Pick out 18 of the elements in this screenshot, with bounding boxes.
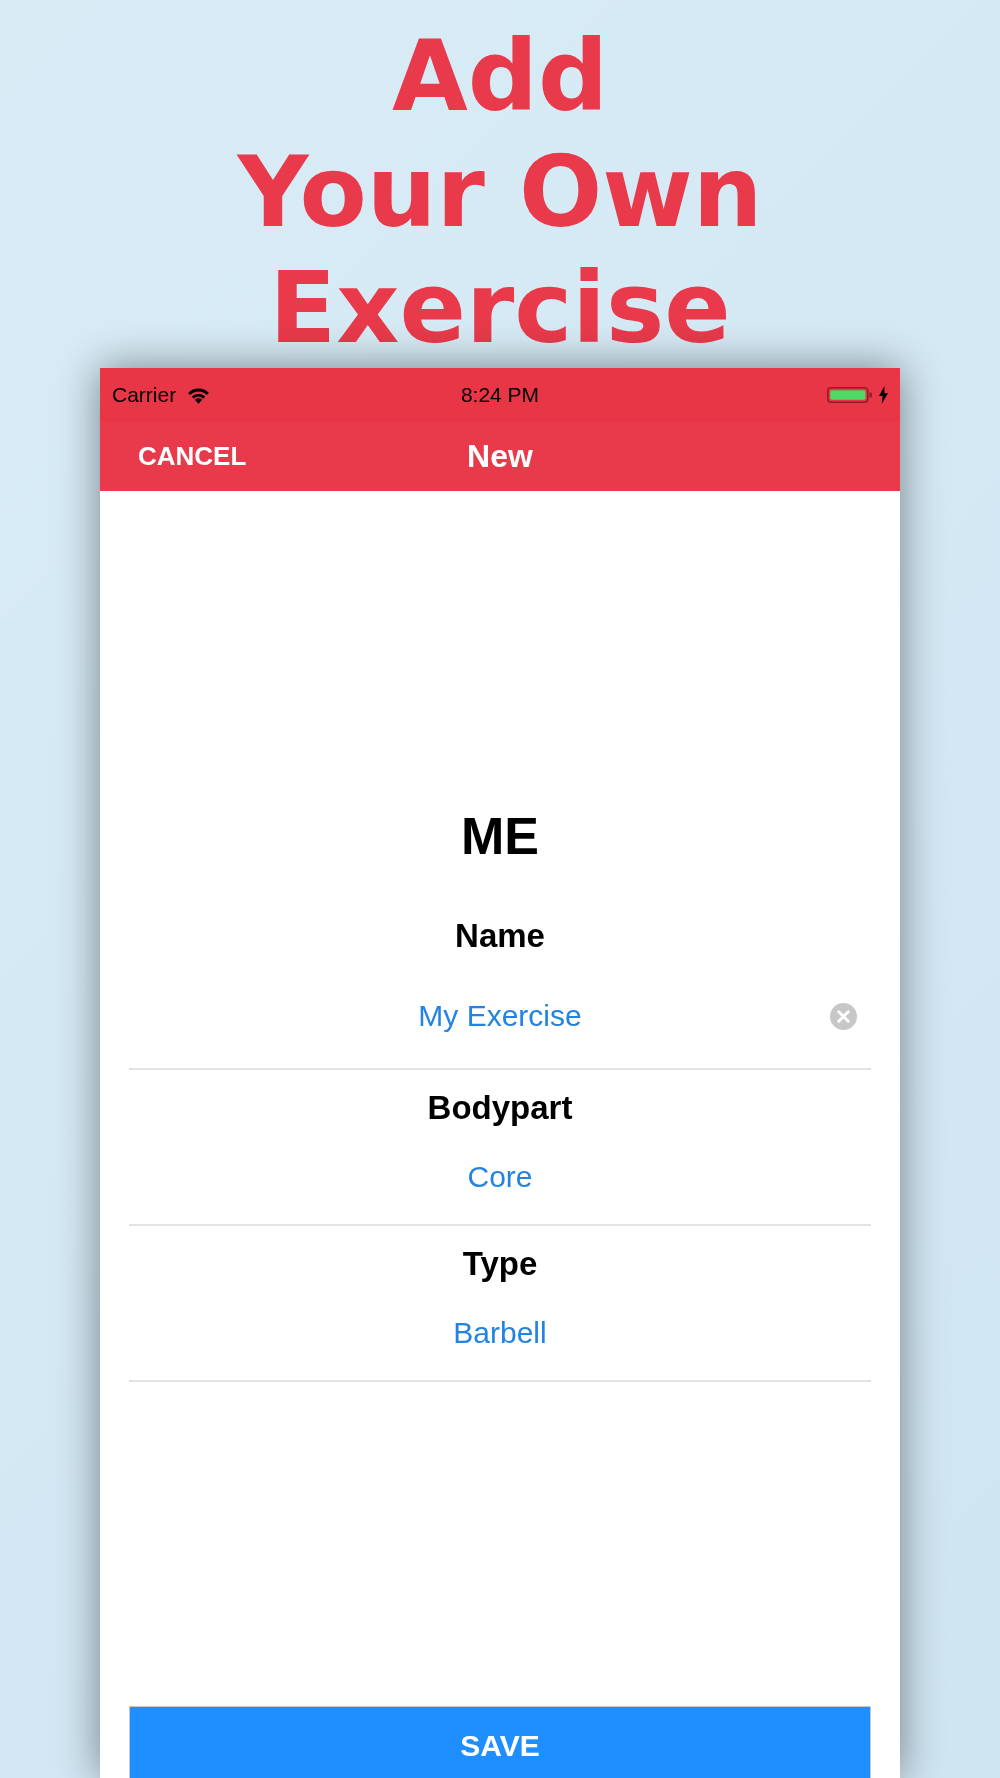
battery-icon (827, 386, 875, 404)
picker-value[interactable]: Core (467, 1160, 533, 1194)
name-input-field[interactable]: My Exercise (129, 958, 871, 1068)
clear-icon[interactable] (830, 1002, 857, 1030)
clock-text: 8:24 PM (460, 383, 540, 407)
headline-text: Exercise (269, 250, 731, 366)
picker-value[interactable]: Barbell (453, 1316, 547, 1350)
charging-icon (879, 386, 888, 404)
carrier-text: Carrier (112, 383, 177, 407)
field-label: Bodypart (427, 1088, 573, 1128)
nav-title: New (467, 438, 533, 475)
headline-text: Your Own (237, 134, 763, 250)
cancel-button[interactable]: CANCEL (138, 441, 247, 472)
form-heading: ME (461, 806, 539, 866)
save-button[interactable]: SAVE (129, 1706, 871, 1778)
field-label: Name (455, 916, 545, 956)
headline-text: Add (391, 18, 609, 134)
field-label: Type (462, 1244, 538, 1284)
